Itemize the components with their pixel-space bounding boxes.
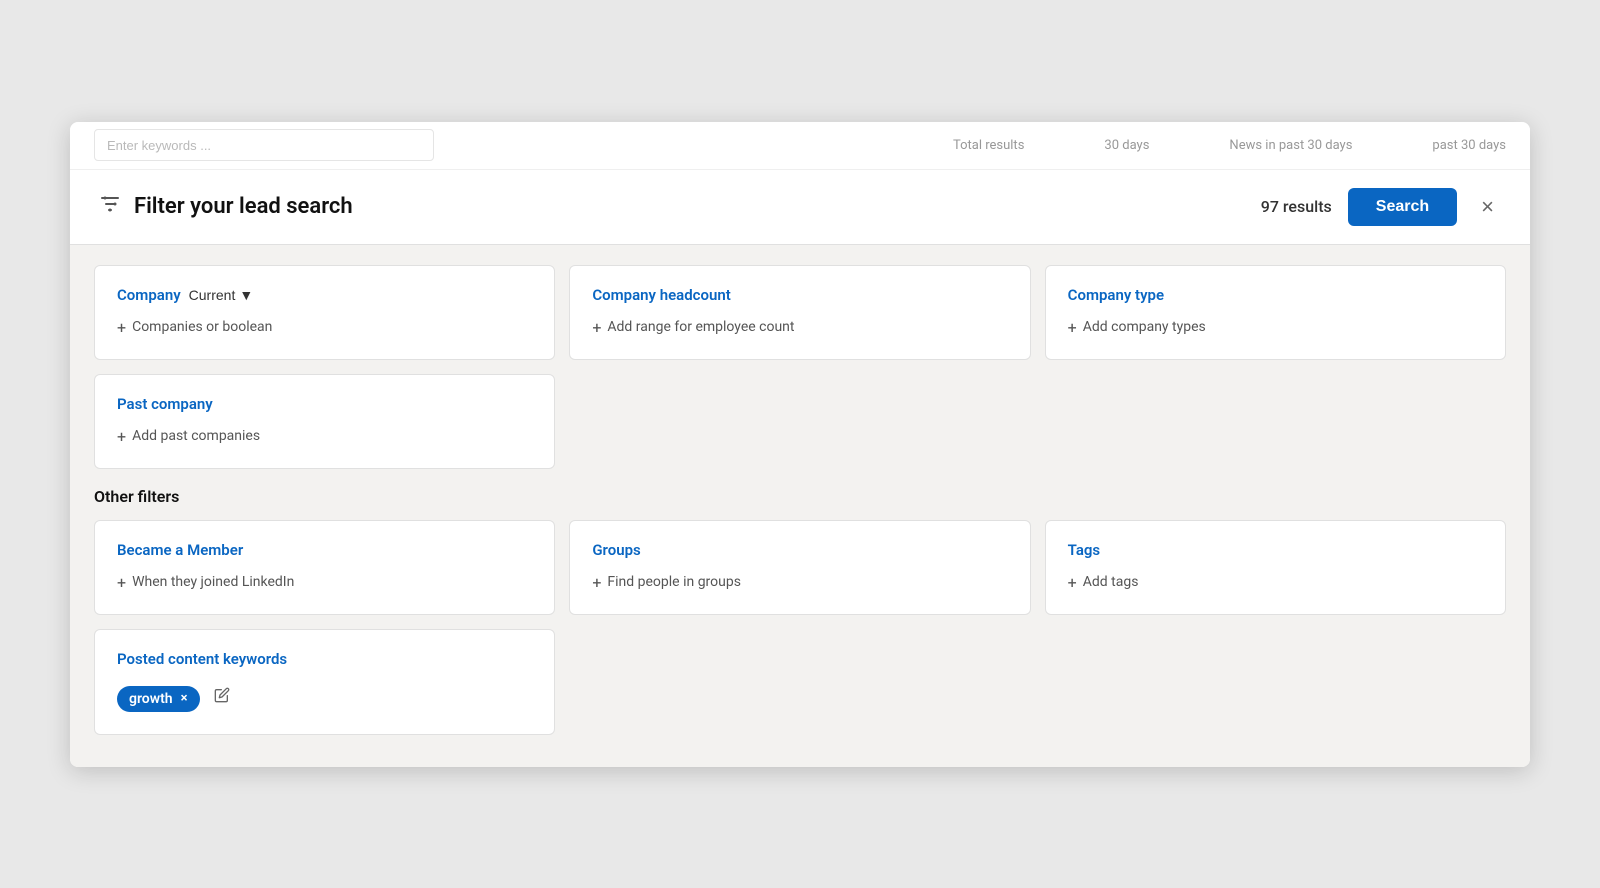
posted-content-title-text: Posted content keywords	[117, 650, 287, 668]
current-badge-label: Current	[189, 287, 236, 303]
headcount-filter-card[interactable]: Company headcount + Add range for employ…	[569, 265, 1030, 360]
groups-filter-card[interactable]: Groups + Find people in groups	[569, 520, 1030, 615]
top-filter-grid: Company Current ▼ + Companies or boolean	[94, 265, 1506, 360]
second-filter-grid: Past company + Add past companies	[94, 374, 1506, 469]
stat-news: News in past 30 days	[1229, 138, 1352, 153]
groups-action: + Find people in groups	[592, 573, 1007, 592]
stat-30days: 30 days	[1104, 138, 1149, 153]
groups-action-text: Find people in groups	[607, 574, 741, 590]
search-button[interactable]: Search	[1348, 188, 1457, 226]
current-badge[interactable]: Current ▼	[189, 287, 254, 303]
tags-title-text: Tags	[1068, 541, 1101, 559]
modal-header: Filter your lead search 97 results Searc…	[70, 170, 1530, 245]
posted-content-card-title: Posted content keywords	[117, 650, 532, 668]
headcount-action-text: Add range for employee count	[607, 319, 794, 335]
company-filter-card[interactable]: Company Current ▼ + Companies or boolean	[94, 265, 555, 360]
page-wrapper: Total results 30 days News in past 30 da…	[0, 0, 1600, 888]
top-bar-stats: Total results 30 days News in past 30 da…	[953, 138, 1506, 153]
other-filter-grid: Became a Member + When they joined Linke…	[94, 520, 1506, 615]
plus-icon-past-company: +	[117, 427, 126, 446]
past-company-card-title: Past company	[117, 395, 532, 413]
groups-card-title: Groups	[592, 541, 1007, 559]
groups-title-text: Groups	[592, 541, 640, 559]
top-bar: Total results 30 days News in past 30 da…	[70, 122, 1530, 170]
posted-content-filter-card[interactable]: Posted content keywords growth ×	[94, 629, 555, 735]
empty-cell-4	[1045, 629, 1506, 735]
headcount-card-title: Company headcount	[592, 286, 1007, 304]
close-button[interactable]: ×	[1473, 190, 1502, 224]
became-member-card-title: Became a Member	[117, 541, 532, 559]
company-type-filter-card[interactable]: Company type + Add company types	[1045, 265, 1506, 360]
plus-icon-became-member: +	[117, 573, 126, 592]
keyword-tag[interactable]: growth ×	[117, 686, 200, 712]
past-company-action: + Add past companies	[117, 427, 532, 446]
filter-modal: Total results 30 days News in past 30 da…	[70, 122, 1530, 767]
modal-body: Company Current ▼ + Companies or boolean	[70, 245, 1530, 767]
keyword-tag-text: growth	[129, 691, 173, 707]
company-card-title: Company Current ▼	[117, 286, 532, 304]
posted-content-row: growth ×	[117, 682, 532, 712]
became-member-filter-card[interactable]: Became a Member + When they joined Linke…	[94, 520, 555, 615]
past-company-title-text: Past company	[117, 395, 213, 413]
company-type-title-text: Company type	[1068, 286, 1164, 304]
stat-past: past 30 days	[1432, 138, 1506, 153]
filter-icon	[98, 192, 122, 221]
became-member-title-text: Became a Member	[117, 541, 243, 559]
company-type-card-title: Company type	[1068, 286, 1483, 304]
company-action: + Companies or boolean	[117, 318, 532, 337]
plus-icon: +	[117, 318, 126, 337]
stat-total: Total results	[953, 138, 1024, 153]
empty-cell-3	[569, 629, 1030, 735]
edit-icon[interactable]	[214, 687, 230, 707]
company-type-action: + Add company types	[1068, 318, 1483, 337]
became-member-action-text: When they joined LinkedIn	[132, 574, 294, 590]
past-company-action-text: Add past companies	[132, 428, 260, 444]
posted-content-grid: Posted content keywords growth ×	[94, 629, 1506, 735]
tags-filter-card[interactable]: Tags + Add tags	[1045, 520, 1506, 615]
company-title-text: Company	[117, 286, 181, 304]
plus-icon-groups: +	[592, 573, 601, 592]
keyword-input[interactable]	[94, 129, 434, 161]
current-badge-icon: ▼	[239, 287, 253, 303]
tags-action: + Add tags	[1068, 573, 1483, 592]
headcount-title-text: Company headcount	[592, 286, 730, 304]
headcount-action: + Add range for employee count	[592, 318, 1007, 337]
company-type-action-text: Add company types	[1083, 319, 1206, 335]
plus-icon-tags: +	[1068, 573, 1077, 592]
tags-card-title: Tags	[1068, 541, 1483, 559]
empty-cell-1	[569, 374, 1030, 469]
tags-action-text: Add tags	[1083, 574, 1139, 590]
company-action-text: Companies or boolean	[132, 319, 272, 335]
became-member-action: + When they joined LinkedIn	[117, 573, 532, 592]
plus-icon-headcount: +	[592, 318, 601, 337]
modal-header-right: 97 results Search ×	[1261, 188, 1502, 226]
past-company-filter-card[interactable]: Past company + Add past companies	[94, 374, 555, 469]
modal-title-group: Filter your lead search	[98, 192, 353, 221]
empty-cell-2	[1045, 374, 1506, 469]
results-count: 97 results	[1261, 197, 1332, 216]
keyword-tag-close[interactable]: ×	[181, 691, 188, 706]
other-filters-label: Other filters	[94, 487, 1506, 506]
plus-icon-company-type: +	[1068, 318, 1077, 337]
modal-title: Filter your lead search	[134, 194, 353, 219]
